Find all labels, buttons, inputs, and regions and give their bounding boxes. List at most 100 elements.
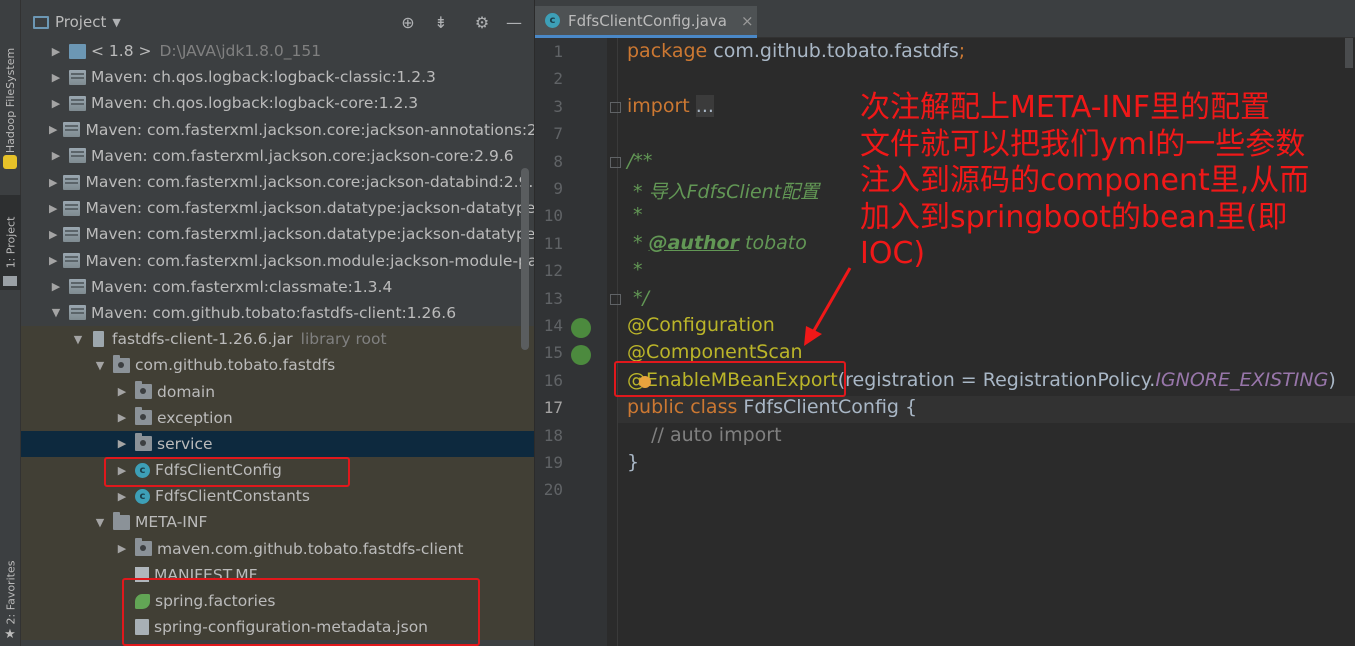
gear-icon[interactable]: ⚙ bbox=[472, 12, 492, 32]
tree-item[interactable]: ▼ com.github.tobato.fastdfs bbox=[21, 352, 534, 379]
class-icon: c bbox=[135, 462, 150, 478]
tab-favorites[interactable]: 2: Favorites bbox=[0, 552, 21, 632]
tree-item-label: Maven: com.github.tobato:fastdfs-client:… bbox=[91, 303, 457, 322]
tree-item[interactable]: ▶ Maven: com.fasterxml.jackson.datatype:j… bbox=[21, 195, 534, 221]
code-line: * bbox=[627, 204, 643, 226]
code-token: // auto import bbox=[627, 423, 782, 446]
collapse-arrow-icon[interactable]: ▶ bbox=[49, 202, 57, 215]
note-line: 加入到springboot的bean里(即 bbox=[860, 199, 1288, 235]
tree-item[interactable]: ▶ Maven: com.fasterxml.jackson.core:jacks… bbox=[21, 117, 534, 143]
editor-tab[interactable]: c FdfsClientConfig.java × bbox=[535, 6, 757, 38]
line-number: 7 bbox=[553, 124, 563, 144]
library-icon bbox=[69, 69, 86, 85]
intention-bulb-icon[interactable] bbox=[639, 376, 651, 388]
tab-hadoop-filesystem[interactable]: Hadoop FileSystem bbox=[0, 30, 21, 170]
project-folder-icon bbox=[3, 276, 17, 286]
line-number: 12 bbox=[543, 261, 563, 281]
tree-item-label: Maven: com.fasterxml.jackson.datatype:ja… bbox=[85, 225, 534, 244]
collapse-arrow-icon[interactable]: ▶ bbox=[49, 149, 63, 162]
collapse-arrow-icon[interactable]: ▶ bbox=[115, 385, 129, 398]
code-line: package com.github.tobato.fastdfs; bbox=[627, 40, 965, 62]
collapse-arrow-icon[interactable]: ▶ bbox=[49, 280, 63, 293]
json-icon bbox=[135, 619, 149, 636]
spring-icon bbox=[135, 593, 150, 609]
code-line: // auto import bbox=[627, 423, 782, 446]
collapse-arrow-icon[interactable]: ▶ bbox=[49, 254, 57, 267]
expand-arrow-icon[interactable]: ▼ bbox=[71, 333, 85, 346]
tree-item[interactable]: ▼ Maven: com.github.tobato:fastdfs-client… bbox=[21, 300, 534, 326]
crosshair-icon[interactable]: ⊕ bbox=[398, 12, 418, 32]
tree-item[interactable]: ▶ c FdfsClientConstants bbox=[21, 483, 534, 510]
note-line: 注入到源码的component里,从而 bbox=[860, 163, 1310, 198]
tree-item[interactable]: ▶ service bbox=[21, 430, 534, 457]
collapse-arrow-icon[interactable]: ▶ bbox=[49, 176, 57, 189]
line-number: 2 bbox=[553, 69, 563, 89]
tree-item[interactable]: MANIFEST.MF bbox=[21, 561, 534, 588]
tree-item[interactable]: ▶ Maven: com.fasterxml.jackson.datatype:j… bbox=[21, 221, 534, 247]
jar-icon bbox=[93, 331, 104, 348]
code-token: ; bbox=[958, 40, 966, 62]
code-token: ... bbox=[695, 94, 714, 117]
tree-item[interactable]: ▶ Maven: com.fasterxml.jackson.core:jacks… bbox=[21, 169, 534, 195]
collapse-arrow-icon[interactable]: ▶ bbox=[49, 97, 63, 110]
line-number: 18 bbox=[543, 425, 563, 445]
project-scrollbar[interactable] bbox=[521, 168, 529, 350]
tree-item[interactable]: ▼ fastdfs-client-1.26.6.jar library root bbox=[21, 326, 534, 353]
collapse-arrow-icon[interactable]: ▶ bbox=[115, 464, 129, 477]
code-line: import ... bbox=[627, 94, 714, 117]
expand-arrow-icon[interactable]: ▼ bbox=[93, 516, 107, 529]
collapse-arrow-icon[interactable]: ▶ bbox=[115, 542, 129, 555]
tree-item[interactable]: ▶ Maven: com.fasterxml.jackson.module:jac… bbox=[21, 248, 534, 274]
tree-item-label: service bbox=[157, 434, 213, 453]
tree-item[interactable]: ▶ domain bbox=[21, 378, 534, 405]
collapse-arrow-icon[interactable]: ▶ bbox=[49, 71, 63, 84]
tree-item-label: maven.com.github.tobato.fastdfs-client bbox=[157, 539, 464, 558]
tree-item[interactable]: ▶ c FdfsClientConfig bbox=[21, 457, 534, 484]
tree-item-detail: D:\JAVA\jdk1.8.0_151 bbox=[159, 42, 322, 61]
tree-item[interactable]: ▶ exception bbox=[21, 404, 534, 431]
tool-window-strip: Hadoop FileSystem 1: Project 2: Favorite… bbox=[0, 0, 21, 646]
code-token: @Configuration bbox=[627, 314, 775, 336]
line-number: 13 bbox=[543, 288, 563, 308]
collapse-icon[interactable]: ⇟ bbox=[431, 12, 451, 32]
code-line: * bbox=[627, 259, 643, 281]
code-token: tobato bbox=[738, 231, 807, 254]
editor-tab-bar: c FdfsClientConfig.java × bbox=[535, 0, 1355, 38]
tree-item-label: Maven: com.fasterxml.jackson.core:jackso… bbox=[85, 173, 534, 192]
code-line: * @author tobato bbox=[627, 232, 807, 254]
tree-item[interactable]: ▶ Maven: com.fasterxml:classmate:1.3.4 bbox=[21, 274, 534, 300]
collapse-arrow-icon[interactable]: ▶ bbox=[115, 490, 129, 503]
collapse-arrow-icon[interactable]: ▶ bbox=[115, 437, 129, 450]
project-view-selector[interactable]: Project ▼ bbox=[33, 13, 121, 31]
collapse-arrow-icon[interactable]: ▶ bbox=[49, 228, 57, 241]
code-token: * 导入FdfsClient配置 bbox=[627, 181, 820, 203]
expand-arrow-icon[interactable]: ▼ bbox=[49, 306, 63, 319]
tree-item-label: Maven: ch.qos.logback:logback-classic:1.… bbox=[91, 68, 436, 87]
close-icon[interactable]: × bbox=[741, 12, 754, 30]
tree-item-label: MANIFEST.MF bbox=[154, 565, 258, 584]
tree-item[interactable]: spring-configuration-metadata.json bbox=[21, 614, 534, 641]
spring-bean-icon[interactable] bbox=[571, 318, 591, 338]
code-token: * bbox=[627, 259, 643, 282]
tree-item-label: spring-configuration-metadata.json bbox=[154, 618, 428, 637]
fold-marker-icon[interactable] bbox=[610, 156, 621, 168]
collapse-arrow-icon[interactable]: ▶ bbox=[115, 411, 129, 424]
editor-scrollbar[interactable] bbox=[1345, 38, 1353, 68]
tree-item[interactable]: ▶ Maven: ch.qos.logback:logback-classic:1… bbox=[21, 64, 534, 90]
expand-arrow-icon[interactable]: ▼ bbox=[93, 359, 107, 372]
line-number: 20 bbox=[543, 480, 563, 500]
tree-item[interactable]: ▼ META-INF bbox=[21, 509, 534, 536]
minimize-icon[interactable]: — bbox=[504, 12, 524, 32]
tree-item[interactable]: ▶ < 1.8 > D:\JAVA\jdk1.8.0_151 bbox=[21, 38, 534, 64]
code-token: @EnableMBeanExport bbox=[627, 368, 838, 391]
fold-marker-icon[interactable] bbox=[610, 101, 621, 113]
package-icon bbox=[113, 354, 130, 373]
tree-item-label: exception bbox=[157, 408, 233, 427]
collapse-arrow-icon[interactable]: ▶ bbox=[49, 123, 57, 136]
fold-marker-icon[interactable] bbox=[610, 293, 621, 305]
tree-item[interactable]: ▶ Maven: ch.qos.logback:logback-core:1.2.… bbox=[21, 90, 534, 116]
tree-item[interactable]: ▶ Maven: com.fasterxml.jackson.core:jacks… bbox=[21, 143, 534, 169]
tree-item[interactable]: ▶ maven.com.github.tobato.fastdfs-client bbox=[21, 535, 534, 562]
tree-item[interactable]: spring.factories bbox=[21, 587, 534, 615]
collapse-arrow-icon[interactable]: ▶ bbox=[49, 45, 63, 58]
